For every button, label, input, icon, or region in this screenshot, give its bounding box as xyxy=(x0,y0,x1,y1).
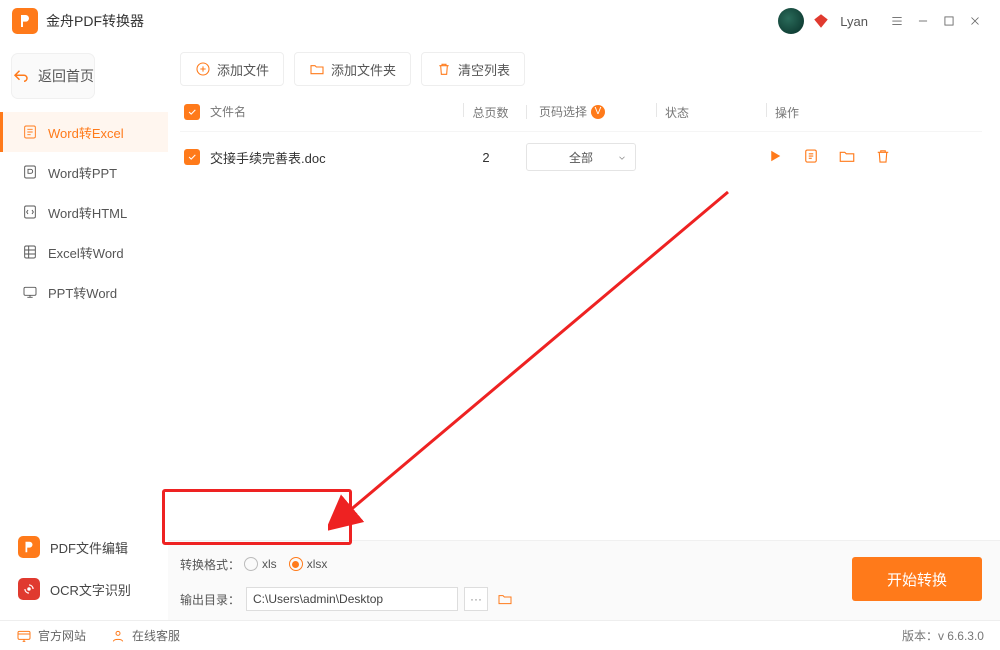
start-convert-button[interactable]: 开始转换 xyxy=(852,557,982,601)
add-file-button[interactable]: 添加文件 xyxy=(180,52,284,86)
table-row: 交接手续完善表.doc 2 全部 xyxy=(180,132,982,182)
maximize-button[interactable] xyxy=(936,8,962,34)
output-path-input[interactable] xyxy=(246,587,458,611)
sidebar-item-ppt-to-word[interactable]: PPT转Word xyxy=(0,272,168,312)
sidebar: 返回首页 Word转Excel Word转PPT Word转HTML Excel… xyxy=(0,42,168,620)
sidebar-item-excel-to-word[interactable]: Excel转Word xyxy=(0,232,168,272)
menu-button[interactable] xyxy=(884,8,910,34)
sidebar-item-label: Word转Excel xyxy=(48,123,124,142)
clear-list-label: 清空列表 xyxy=(458,60,510,79)
back-home-label: 返回首页 xyxy=(38,66,94,86)
annotation-highlight-box xyxy=(162,489,352,545)
radio-xlsx-label: xlsx xyxy=(307,557,328,571)
open-output-folder-button[interactable] xyxy=(494,588,516,610)
vip-feature-badge: V xyxy=(591,105,605,119)
support-label: 在线客服 xyxy=(132,627,180,644)
add-file-label: 添加文件 xyxy=(217,60,269,79)
add-folder-label: 添加文件夹 xyxy=(331,60,396,79)
title-bar: 金舟PDF转换器 Lyan xyxy=(0,0,1000,42)
add-folder-button[interactable]: 添加文件夹 xyxy=(294,52,411,86)
back-home-button[interactable]: 返回首页 xyxy=(12,54,94,98)
app-logo xyxy=(12,8,38,34)
sidebar-tool-ocr[interactable]: OCR文字识别 xyxy=(0,568,168,610)
support-link[interactable]: 在线客服 xyxy=(110,627,180,644)
sidebar-tool-pdf-edit[interactable]: PDF文件编辑 xyxy=(0,526,168,568)
sidebar-tool-label: PDF文件编辑 xyxy=(50,538,128,557)
bottom-panel: 转换格式： xls xlsx 输出目录： ··· 开始转换 xyxy=(168,540,1000,620)
sidebar-item-label: Word转HTML xyxy=(48,203,127,222)
col-page-select: 页码选择 xyxy=(539,103,587,120)
table-header: 文件名 总页数 页码选择 V 状态 操作 xyxy=(180,92,982,132)
cell-filename: 交接手续完善表.doc xyxy=(210,148,446,167)
row-delete-button[interactable] xyxy=(874,147,892,168)
sidebar-item-label: PPT转Word xyxy=(48,283,117,302)
username-label[interactable]: Lyan xyxy=(840,14,868,29)
sidebar-item-word-to-html[interactable]: Word转HTML xyxy=(0,192,168,232)
col-ops: 操作 xyxy=(775,106,799,120)
content-area: 添加文件 添加文件夹 清空列表 文件名 总页数 页码选择 V 状态 操作 交接手… xyxy=(168,42,1000,620)
output-row: 输出目录： ··· xyxy=(180,587,852,611)
version-label: 版本：v 6.6.3.0 xyxy=(902,627,984,644)
col-filename: 文件名 xyxy=(210,103,446,120)
official-site-label: 官方网站 xyxy=(38,627,86,644)
official-site-link[interactable]: 官方网站 xyxy=(16,627,86,644)
sidebar-item-word-to-ppt[interactable]: Word转PPT xyxy=(0,152,168,192)
output-label: 输出目录： xyxy=(180,591,240,608)
clear-list-button[interactable]: 清空列表 xyxy=(421,52,525,86)
radio-xls[interactable]: xls xyxy=(244,557,277,571)
annotation-arrow xyxy=(328,182,738,532)
col-status: 状态 xyxy=(665,106,689,120)
page-select-value: 全部 xyxy=(569,149,593,166)
row-checkbox[interactable] xyxy=(184,149,200,165)
sidebar-item-label: Excel转Word xyxy=(48,243,124,262)
page-select-dropdown[interactable]: 全部 xyxy=(526,143,636,171)
close-button[interactable] xyxy=(962,8,988,34)
ocr-icon xyxy=(18,578,40,600)
toolbar: 添加文件 添加文件夹 清空列表 xyxy=(180,52,982,86)
format-row: 转换格式： xls xlsx xyxy=(180,551,852,577)
pdf-edit-icon xyxy=(18,536,40,558)
col-pages: 总页数 xyxy=(472,106,508,120)
app-title: 金舟PDF转换器 xyxy=(46,11,144,31)
radio-xls-label: xls xyxy=(262,557,277,571)
select-all-checkbox[interactable] xyxy=(184,104,200,120)
status-bar: 官方网站 在线客服 版本：v 6.6.3.0 xyxy=(0,620,1000,650)
row-open-folder-button[interactable] xyxy=(838,147,856,168)
format-label: 转换格式： xyxy=(180,556,240,573)
sidebar-item-word-to-excel[interactable]: Word转Excel xyxy=(0,112,168,152)
row-detail-button[interactable] xyxy=(802,147,820,168)
row-convert-button[interactable] xyxy=(766,147,784,168)
sidebar-item-label: Word转PPT xyxy=(48,163,117,182)
sidebar-tool-label: OCR文字识别 xyxy=(50,580,131,599)
browse-button[interactable]: ··· xyxy=(464,587,488,611)
minimize-button[interactable] xyxy=(910,8,936,34)
radio-xlsx[interactable]: xlsx xyxy=(289,557,328,571)
cell-pages: 2 xyxy=(446,150,526,165)
user-avatar[interactable] xyxy=(778,8,804,34)
vip-badge-icon xyxy=(812,12,830,30)
